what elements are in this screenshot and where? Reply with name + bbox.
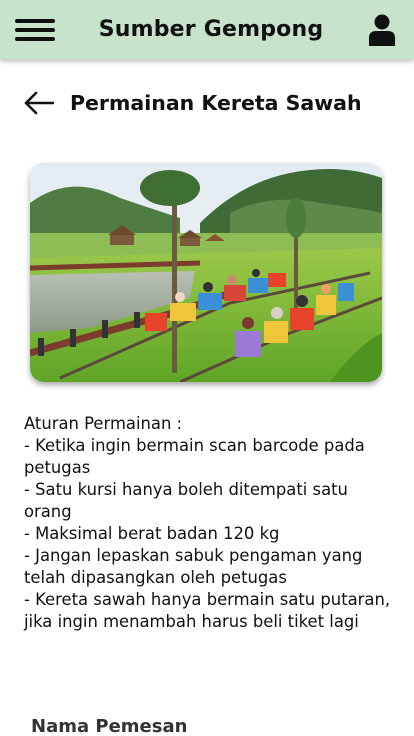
rule-item: - Maksimal berat badan 120 kg [24, 524, 280, 543]
rule-item: - Ketika ingin bermain scan barcode pada… [24, 436, 365, 477]
app-title: Sumber Gempong [98, 17, 324, 42]
rules-heading: Aturan Permainan : [24, 414, 183, 433]
rules-section: Aturan Permainan : - Ketika ingin bermai… [24, 413, 394, 633]
page-header: Permainan Kereta Sawah [24, 86, 362, 120]
rule-item: - Kereta sawah hanya bermain satu putara… [24, 590, 391, 631]
hamburger-menu-icon[interactable] [15, 16, 55, 44]
top-app-bar: Sumber Gempong [0, 0, 414, 59]
train-ride-photo [30, 163, 382, 382]
arrow-left-icon[interactable] [24, 91, 54, 115]
name-field-label: Nama Pemesan [31, 716, 188, 736]
user-icon[interactable] [367, 14, 397, 46]
page-title: Permainan Kereta Sawah [70, 91, 362, 115]
attraction-photo [30, 163, 382, 382]
rule-item: - Jangan lepaskan sabuk pengaman yang te… [24, 546, 363, 587]
rule-item: - Satu kursi hanya boleh ditempati satu … [24, 480, 348, 521]
